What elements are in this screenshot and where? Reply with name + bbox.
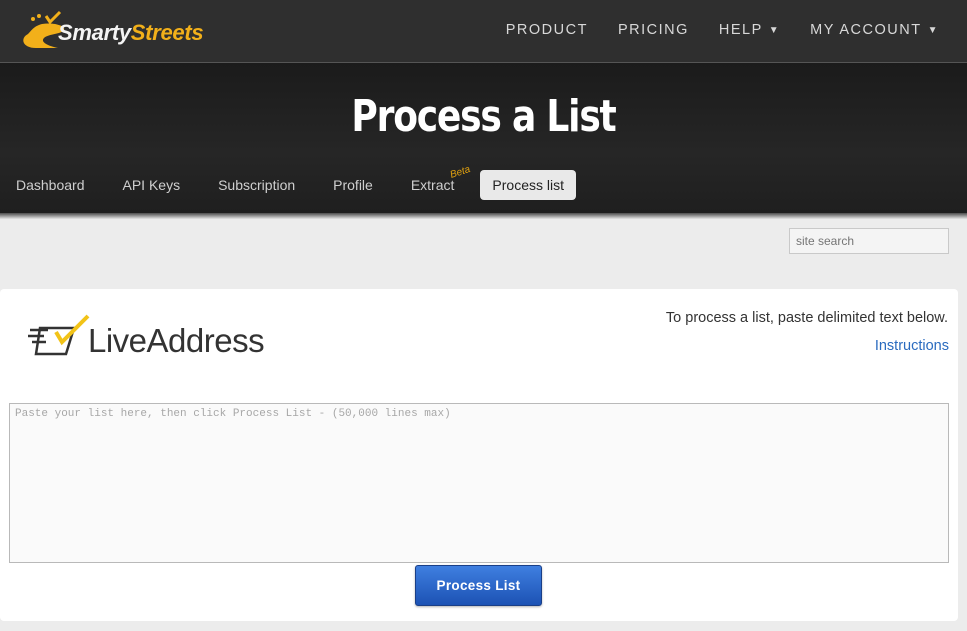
page-header: Process a List Dashboard API Keys Subscr… — [0, 63, 967, 213]
nav-pricing[interactable]: PRICING — [618, 22, 689, 38]
tab-subscription[interactable]: Subscription — [206, 170, 307, 200]
tab-process-list[interactable]: Process list — [480, 170, 576, 200]
tab-api-keys[interactable]: API Keys — [111, 170, 193, 200]
tab-api-keys-label: API Keys — [122, 177, 181, 193]
top-navbar: SmartyStreets PRODUCT PRICING HELP ▼ MY A… — [0, 0, 967, 63]
intro-text: To process a list, paste delimited text … — [665, 310, 948, 326]
tab-dashboard-label: Dashboard — [16, 177, 85, 193]
nav-my-account[interactable]: MY ACCOUNT ▼ — [810, 22, 939, 38]
account-tabs: Dashboard API Keys Subscription Profile … — [0, 164, 576, 202]
tab-extract[interactable]: Extract Beta — [399, 164, 472, 200]
process-list-button[interactable]: Process List — [415, 565, 542, 606]
nav-help[interactable]: HELP ▼ — [719, 22, 780, 38]
nav-product-label: PRODUCT — [505, 22, 588, 38]
caret-down-icon: ▼ — [927, 24, 939, 36]
beta-badge: Beta — [448, 164, 472, 181]
site-search-input[interactable] — [789, 228, 949, 254]
nav-pricing-label: PRICING — [617, 22, 689, 38]
nav-help-label: HELP — [718, 22, 763, 38]
caret-down-icon: ▼ — [768, 24, 781, 36]
tab-extract-label: Extract — [410, 177, 455, 193]
nav-product[interactable]: PRODUCT — [506, 22, 588, 38]
nav-my-account-label: MY ACCOUNT — [810, 22, 922, 38]
header-shadow — [0, 213, 967, 219]
instructions-link[interactable]: Instructions — [875, 338, 949, 354]
tab-profile[interactable]: Profile — [321, 170, 385, 200]
list-input-textarea[interactable] — [9, 403, 949, 563]
logo-text-smarty: Smarty — [58, 20, 131, 45]
liveaddress-wordmark: LiveAddress — [88, 322, 265, 359]
page-title: Process a List — [351, 91, 616, 142]
tab-profile-label: Profile — [333, 177, 373, 193]
tab-subscription-label: Subscription — [218, 177, 296, 193]
main-nav: PRODUCT PRICING HELP ▼ MY ACCOUNT ▼ — [506, 22, 939, 38]
tab-dashboard[interactable]: Dashboard — [4, 170, 97, 200]
logo-text-streets: Streets — [130, 20, 204, 45]
smartystreets-logo[interactable]: SmartyStreets — [18, 8, 204, 54]
tab-process-list-label: Process list — [492, 177, 564, 193]
